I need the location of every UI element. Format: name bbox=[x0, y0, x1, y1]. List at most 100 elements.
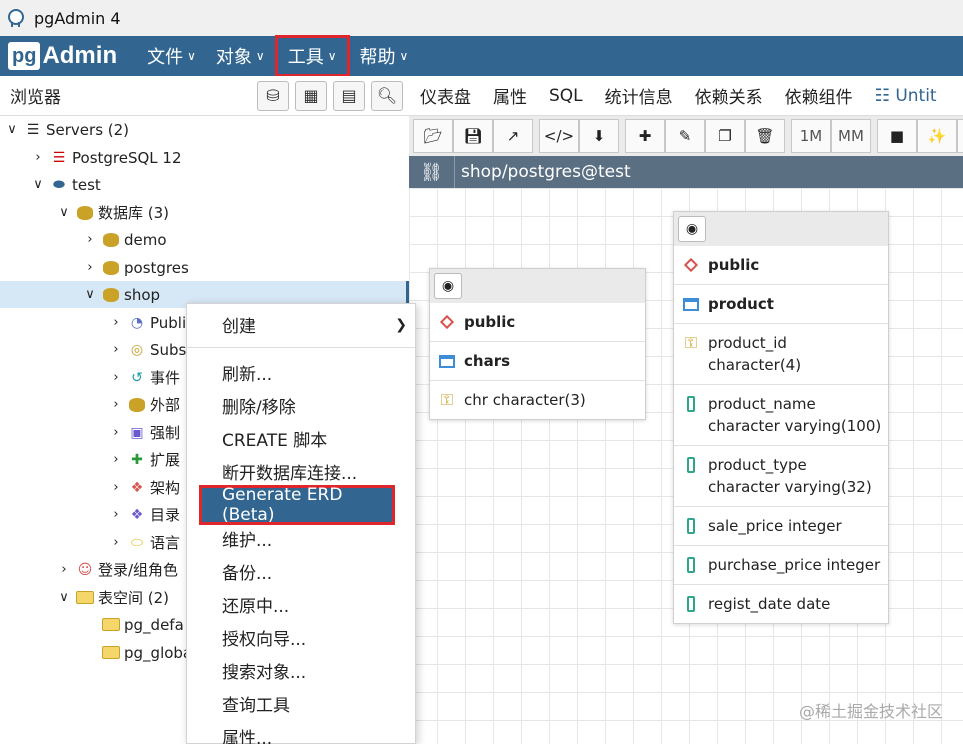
tree-node-pg-default[interactable]: pg_defa bbox=[98, 611, 184, 638]
chevron-right-icon[interactable]: › bbox=[108, 370, 124, 385]
chevron-down-icon[interactable]: ∨ bbox=[82, 287, 98, 302]
many-to-many-button[interactable]: MM bbox=[831, 119, 871, 153]
eye-icon[interactable]: ◉ bbox=[678, 216, 706, 242]
table-view-button[interactable]: ▦ bbox=[295, 80, 327, 111]
generate-sql-button[interactable]: </> bbox=[539, 119, 579, 153]
ctx-properties[interactable]: 属性... bbox=[187, 720, 415, 744]
chevron-down-icon[interactable]: ∨ bbox=[56, 590, 72, 605]
ctx-refresh[interactable]: 刷新... bbox=[187, 356, 415, 389]
tab-dependents[interactable]: 依赖组件 bbox=[774, 83, 864, 108]
menu-help-label: 帮助 bbox=[359, 47, 396, 68]
publication-icon: ◔ bbox=[130, 314, 144, 331]
browser-panel-header: 浏览器 ⛁ ▦ ▤ 🔍︎ bbox=[0, 76, 409, 116]
tree-node-postgresql12[interactable]: › ☰ PostgreSQL 12 bbox=[30, 144, 181, 171]
add-table-button[interactable]: ✚ bbox=[625, 119, 665, 153]
tree-node-login-roles[interactable]: › ☺ 登录/组角色 bbox=[56, 556, 178, 583]
menu-object[interactable]: 对象 ∨ bbox=[206, 36, 275, 76]
ctx-generate-erd[interactable]: Generate ERD (Beta) bbox=[199, 485, 395, 525]
chevron-right-icon[interactable]: › bbox=[82, 260, 98, 275]
ctx-backup[interactable]: 备份... bbox=[187, 555, 415, 588]
tree-node-test[interactable]: ∨ ⬬ test bbox=[30, 171, 101, 198]
ctx-query-tool[interactable]: 查询工具 bbox=[187, 687, 415, 720]
tree-node-subscriptions[interactable]: › ◎ Subs bbox=[108, 336, 186, 363]
tree-node-catalogs[interactable]: › ❖ 目录 bbox=[108, 501, 180, 528]
tab-sql[interactable]: SQL bbox=[538, 86, 594, 106]
chevron-right-icon[interactable]: › bbox=[108, 480, 124, 495]
tree-node-demo[interactable]: › demo bbox=[82, 226, 166, 253]
chevron-right-icon[interactable]: › bbox=[30, 150, 46, 165]
tree-node-postgres[interactable]: › postgres bbox=[82, 254, 188, 281]
tab-properties[interactable]: 属性 bbox=[482, 83, 538, 108]
auto-align-button[interactable]: ✨ bbox=[917, 119, 957, 153]
chevron-right-icon[interactable]: › bbox=[108, 342, 124, 357]
chevron-right-icon[interactable]: › bbox=[108, 452, 124, 467]
tab-dependencies[interactable]: 依赖关系 bbox=[684, 83, 774, 108]
chevron-down-icon[interactable]: ∨ bbox=[4, 122, 20, 137]
tab-statistics[interactable]: 统计信息 bbox=[594, 83, 684, 108]
ctx-disconnect[interactable]: 断开数据库连接... bbox=[187, 455, 415, 488]
save-button[interactable]: 💾︎ bbox=[453, 119, 493, 153]
folder-icon bbox=[101, 644, 121, 662]
open-folder-button[interactable]: 📂︎ bbox=[413, 119, 453, 153]
menu-file[interactable]: 文件 ∨ bbox=[137, 36, 206, 76]
erd-table-chars[interactable]: ◉ public chars ⚿ chr character(3) bbox=[429, 268, 646, 420]
note-button[interactable]: ■ bbox=[877, 119, 917, 153]
tree-node-servers[interactable]: ∨ ☰ Servers (2) bbox=[4, 116, 129, 143]
chevron-right-icon[interactable]: › bbox=[56, 562, 72, 577]
filter-rows-button[interactable]: ▤ bbox=[333, 80, 365, 111]
chevron-right-icon[interactable]: › bbox=[108, 535, 124, 550]
tree-node-pg-global[interactable]: pg_globa bbox=[98, 639, 192, 666]
ctx-maintenance[interactable]: 维护... bbox=[187, 522, 415, 555]
tree-node-schemas[interactable]: › ❖ 架构 bbox=[108, 474, 180, 501]
chevron-right-icon[interactable]: › bbox=[108, 315, 124, 330]
tree-node-tablespaces[interactable]: ∨ 表空间 (2) bbox=[56, 584, 169, 611]
eye-button[interactable]: ◉ bbox=[957, 119, 963, 153]
ctx-delete[interactable]: 删除/移除 bbox=[187, 389, 415, 422]
erd-canvas[interactable]: ◉ public chars ⚿ chr character(3) ◉ publ… bbox=[409, 188, 963, 744]
ctx-search-objects[interactable]: 搜索对象... bbox=[187, 654, 415, 687]
servers-icon: ☰ bbox=[26, 121, 40, 138]
tree-node-extensions[interactable]: › ✚ 扩展 bbox=[108, 446, 180, 473]
edit-table-button[interactable]: ✎ bbox=[665, 119, 705, 153]
chevron-right-icon[interactable]: › bbox=[108, 397, 124, 412]
chevron-down-icon[interactable]: ∨ bbox=[30, 177, 46, 192]
folder-icon bbox=[101, 616, 121, 634]
tree-node-event-triggers[interactable]: › ↺ 事件 bbox=[108, 364, 180, 391]
ctx-create-script[interactable]: CREATE 脚本 bbox=[187, 422, 415, 455]
chevron-down-icon[interactable]: ∨ bbox=[56, 205, 72, 220]
erd-table-product[interactable]: ◉ public product ⚿ product_id character(… bbox=[673, 211, 889, 624]
tree-node-languages[interactable]: › ⬭ 语言 bbox=[108, 529, 180, 556]
menu-tools[interactable]: 工具 ∨ bbox=[274, 35, 350, 77]
share-button[interactable]: ↗ bbox=[493, 119, 533, 153]
tree-node-label: 数据库 (3) bbox=[98, 204, 170, 222]
download-image-button[interactable]: ⬇ bbox=[579, 119, 619, 153]
tree-node-label: 目录 bbox=[150, 506, 181, 524]
menu-help[interactable]: 帮助 ∨ bbox=[350, 36, 419, 76]
tree-node-foreign-data[interactable]: › 外部 bbox=[108, 391, 180, 418]
chevron-down-icon: ∨ bbox=[187, 49, 196, 63]
ctx-grant-wizard[interactable]: 授权向导... bbox=[187, 621, 415, 654]
delete-table-button[interactable]: 🗑︎ bbox=[745, 119, 785, 153]
ctx-restore[interactable]: 还原中... bbox=[187, 588, 415, 621]
ctx-create[interactable]: 创建 ❯ bbox=[187, 308, 415, 341]
tree-node-databases[interactable]: ∨ 数据库 (3) bbox=[56, 199, 169, 226]
database-icon-button[interactable]: ⛁ bbox=[257, 80, 289, 111]
column-label: sale_price integer bbox=[708, 517, 842, 535]
tree-node-label: Servers (2) bbox=[46, 120, 130, 139]
primary-key-icon: ⚿ bbox=[440, 390, 454, 409]
tab-dashboard[interactable]: 仪表盘 bbox=[409, 83, 482, 108]
column-icon bbox=[680, 554, 702, 576]
one-to-many-button[interactable]: 1M bbox=[791, 119, 831, 153]
chevron-right-icon[interactable]: › bbox=[108, 425, 124, 440]
tree-node-casts[interactable]: › ▣ 强制 bbox=[108, 419, 180, 446]
tab-erd-untitled[interactable]: ☷ Untit bbox=[864, 86, 948, 106]
column-label: product_name character varying(100) bbox=[708, 395, 882, 435]
ctx-label: 创建 bbox=[222, 317, 256, 337]
connection-status-icon[interactable]: ⛓ bbox=[409, 156, 455, 188]
search-button[interactable]: 🔍︎ bbox=[371, 80, 403, 111]
chevron-right-icon[interactable]: › bbox=[108, 507, 124, 522]
eye-icon[interactable]: ◉ bbox=[434, 273, 462, 299]
chevron-right-icon[interactable]: › bbox=[82, 232, 98, 247]
tree-node-publications[interactable]: › ◔ Publi bbox=[108, 309, 186, 336]
clone-table-button[interactable]: ❐ bbox=[705, 119, 745, 153]
